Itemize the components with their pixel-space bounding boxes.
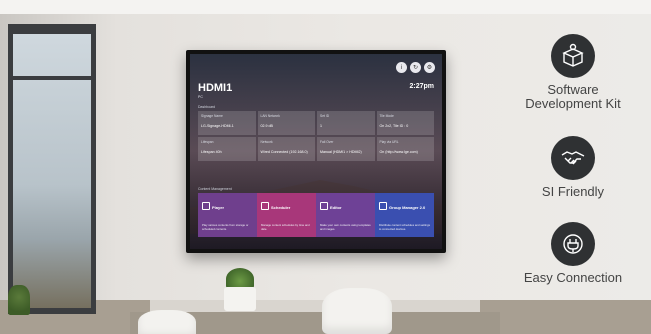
app-row: Player Play various contents from storag… (198, 193, 434, 237)
tile-value: LG-Signage-HDMI-1 (201, 124, 234, 128)
dashboard-tile[interactable]: Fail Over Manual (HDMI1 > HDMI2) (317, 137, 375, 161)
vase (224, 287, 256, 311)
tile-label: Signage Name (201, 114, 223, 118)
tile-value: 1 (320, 124, 322, 128)
app-card-player[interactable]: Player Play various contents from storag… (198, 193, 257, 237)
feature-label: Easy Connection (523, 270, 623, 285)
dashboard-tile[interactable]: Tile Mode On 2x2, Tile ID : 0 (376, 111, 434, 135)
dashboard-grid: Signage Name LG-Signage-HDMI-1 LAN Networ… (198, 111, 434, 161)
feature-label: SI Friendly (541, 184, 605, 199)
player-icon (202, 202, 210, 210)
software-box-icon (551, 34, 595, 78)
scene: i ↻ ⚙ HDMI1 PC 2:27pm Dashboard Signage … (0, 0, 651, 334)
group-manager-icon (379, 202, 387, 210)
app-name: Group Manager 2.0 (389, 205, 426, 210)
tile-label: Network (260, 140, 273, 144)
tile-value: On 2x2, Tile ID : 0 (379, 124, 409, 128)
app-card-editor[interactable]: Editor Make your own contents using temp… (316, 193, 375, 237)
tile-label: Play via URL (379, 140, 399, 144)
table (150, 300, 480, 312)
dashboard-tile[interactable]: Play via URL On (http://www.lge.com) (376, 137, 434, 161)
refresh-icon[interactable]: ↻ (410, 62, 421, 73)
input-subtitle: PC (198, 95, 203, 99)
app-description: Play various contents from storage or sc… (202, 223, 249, 231)
tile-value: On (http://www.lge.com) (379, 150, 418, 154)
tile-value: Lifespan 40h (201, 150, 222, 154)
dashboard-tile[interactable]: Network Wired Connected (192.168.0) (257, 137, 315, 161)
dashboard-tile[interactable]: Set ID 1 (317, 111, 375, 135)
handshake-icon (551, 136, 595, 180)
tile-label: Fail Over (320, 140, 334, 144)
content-management-label: Content Management (198, 187, 232, 191)
app-card-scheduler[interactable]: Scheduler Manage content schedules by ti… (257, 193, 316, 237)
dashboard-tile[interactable]: Lifespan Lifespan 40h (198, 137, 256, 161)
tile-label: Lifespan (201, 140, 214, 144)
app-description: Make your own contents using templates a… (320, 223, 371, 231)
feature-label: Software Development Kit (525, 82, 621, 111)
signage-display: i ↻ ⚙ HDMI1 PC 2:27pm Dashboard Signage … (186, 50, 446, 253)
settings-icon[interactable]: ⚙ (424, 62, 435, 73)
feature-easy-connection: Easy Connection (513, 222, 633, 285)
app-name: Scheduler (271, 205, 291, 210)
app-name: Editor (330, 205, 342, 210)
editor-icon (320, 202, 328, 210)
app-name: Player (212, 205, 225, 210)
display-screen: i ↻ ⚙ HDMI1 PC 2:27pm Dashboard Signage … (190, 54, 442, 249)
plant-left (8, 285, 30, 315)
chair-right (322, 288, 392, 334)
tile-label: LAN Network (260, 114, 280, 118)
window (8, 24, 96, 314)
app-description: Manage content schedules by time and dat… (261, 223, 310, 231)
ceiling (0, 0, 651, 14)
window-mullion (8, 76, 96, 80)
info-icon[interactable]: i (396, 62, 407, 73)
clock: 2:27pm (409, 83, 434, 90)
app-card-group-manager[interactable]: Group Manager 2.0 Distribute content sch… (375, 193, 434, 237)
chair-left (138, 310, 196, 334)
app-description: Distribute content schedules and setting… (379, 223, 430, 231)
dashboard-label: Dashboard (198, 105, 216, 109)
tile-value: 02.9 dB (260, 124, 273, 128)
scheduler-icon (261, 202, 269, 210)
tile-label: Tile Mode (379, 114, 394, 118)
dashboard-tile[interactable]: LAN Network 02.9 dB (257, 111, 315, 135)
input-title: HDMI1 (198, 82, 233, 94)
feature-software-development-kit: Software Development Kit (513, 34, 633, 111)
tile-value: Wired Connected (192.168.0) (260, 150, 308, 154)
tile-value: Manual (HDMI1 > HDMI2) (320, 150, 362, 154)
power-plug-icon (551, 222, 595, 266)
screen-buttons: i ↻ ⚙ (396, 62, 435, 73)
dashboard-tile[interactable]: Signage Name LG-Signage-HDMI-1 (198, 111, 256, 135)
tile-label: Set ID (320, 114, 330, 118)
feature-si-friendly: SI Friendly (513, 136, 633, 199)
